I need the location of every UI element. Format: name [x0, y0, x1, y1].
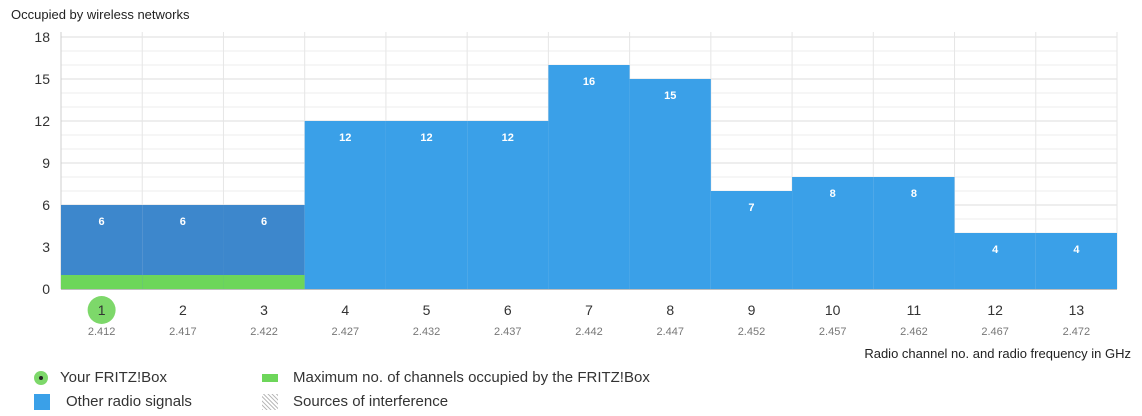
y-tick-label: 0 [42, 281, 50, 297]
legend-other-signals: Other radio signals [34, 393, 192, 410]
max-channels-swatch-icon [262, 373, 278, 382]
fritzbox-marker-icon [34, 370, 48, 385]
frequency-label: 2.447 [656, 326, 684, 338]
y-tick-label: 3 [42, 239, 50, 255]
frequency-label: 2.462 [900, 326, 928, 338]
bar-value-label: 8 [830, 188, 836, 200]
bar-value-label: 6 [99, 216, 105, 228]
y-tick-label: 12 [34, 113, 50, 129]
frequency-label: 2.467 [981, 326, 1009, 338]
legend-max-channels: Maximum no. of channels occupied by the … [262, 369, 650, 386]
bar-value-label: 16 [583, 76, 595, 88]
bar [954, 233, 1036, 289]
frequency-label: 2.422 [250, 326, 278, 338]
frequency-label: 2.442 [575, 326, 603, 338]
bar-value-label: 12 [502, 132, 514, 144]
channel-label: 8 [666, 302, 674, 318]
frequency-label: 2.432 [413, 326, 441, 338]
bar [629, 79, 711, 289]
channel-label: 13 [1069, 302, 1085, 318]
channel-label: 2 [179, 302, 187, 318]
frequency-label: 2.457 [819, 326, 847, 338]
x-axis: 1 2.412 2 2.417 3 2.422 4 2.427 5 2.432 6 2.437 7 2.4… [61, 289, 1117, 338]
bar-value-label: 12 [339, 132, 351, 144]
bar-value-label: 6 [261, 216, 267, 228]
channel-label: 11 [907, 302, 922, 318]
other-signal-swatch-icon [34, 393, 50, 410]
channel-label: 6 [504, 302, 512, 318]
frequency-label: 2.417 [169, 326, 197, 338]
bar [304, 121, 386, 289]
legend-label: Sources of interference [293, 393, 449, 410]
channel-label: 4 [341, 302, 349, 318]
bar [467, 121, 549, 289]
channel-label: 12 [987, 302, 1003, 318]
y-tick-label: 9 [42, 155, 50, 171]
x-axis-label: Radio channel no. and radio frequency in… [864, 346, 1131, 361]
interference-swatch-icon [262, 393, 278, 410]
legend-interference: Sources of interference [262, 393, 448, 410]
bar-value-label: 12 [420, 132, 432, 144]
max-channel-bar [61, 275, 143, 289]
frequency-label: 2.427 [332, 326, 360, 338]
bar-value-label: 6 [180, 216, 186, 228]
bar-value-label: 4 [1073, 244, 1080, 256]
legend-label: Other radio signals [66, 393, 192, 410]
channel-label: 10 [825, 302, 841, 318]
channel-chart: 6 6 6 12 12 12 16 15 7 8 8 4 4 0 3 6 9 12 15 18 1 2.412 2 2.4… [34, 29, 1118, 338]
bar-value-label: 15 [664, 90, 676, 102]
y-tick-label: 6 [42, 197, 50, 213]
legend-label: Your FRITZ!Box [60, 369, 167, 386]
channel-label: 7 [585, 302, 593, 318]
bar [385, 121, 468, 289]
y-tick-label: 15 [34, 71, 50, 87]
y-axis: 0 3 6 9 12 15 18 [34, 29, 50, 297]
channel-label: 9 [748, 302, 756, 318]
frequency-label: 2.472 [1063, 326, 1091, 338]
frequency-label: 2.412 [88, 326, 116, 338]
bar-value-label: 7 [748, 202, 754, 214]
bar [548, 65, 630, 289]
legend-your-fritzbox: Your FRITZ!Box [34, 369, 167, 386]
channel-label: 5 [423, 302, 431, 318]
bar-value-label: 4 [992, 244, 999, 256]
y-tick-label: 18 [34, 29, 50, 45]
frequency-label: 2.452 [738, 326, 766, 338]
channel-label: 3 [260, 302, 268, 318]
frequency-label: 2.437 [494, 326, 522, 338]
max-channel-bar [142, 275, 224, 289]
legend-label: Maximum no. of channels occupied by the … [293, 369, 650, 386]
bar-value-label: 8 [911, 188, 917, 200]
channel-label: 1 [98, 302, 106, 318]
bar [1035, 233, 1117, 289]
max-channel-bar [223, 275, 305, 289]
